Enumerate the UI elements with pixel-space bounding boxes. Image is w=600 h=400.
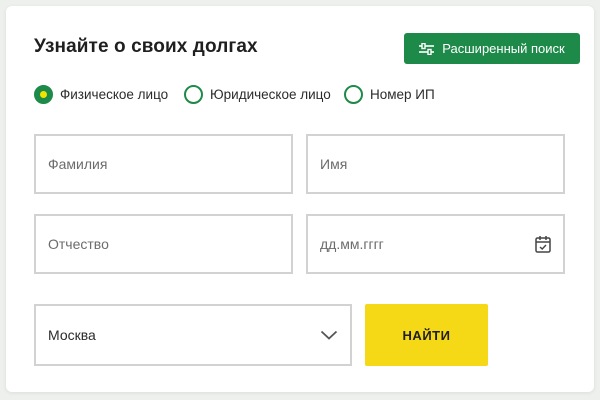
region-select-value: Москва bbox=[48, 327, 96, 343]
sliders-icon bbox=[419, 42, 435, 55]
radio-ip-number-label: Номер ИП bbox=[370, 87, 435, 102]
form-title: Узнайте о своих долгах bbox=[34, 36, 258, 57]
birthdate-input[interactable] bbox=[308, 216, 563, 272]
advanced-search-button[interactable]: Расширенный поиск bbox=[404, 33, 580, 64]
chevron-down-icon bbox=[320, 330, 338, 340]
name-input[interactable] bbox=[308, 136, 563, 192]
radio-individual[interactable]: Физическое лицо bbox=[34, 85, 168, 104]
birthdate-field-wrapper bbox=[306, 214, 565, 274]
radio-checked-icon bbox=[34, 85, 53, 104]
radio-individual-label: Физическое лицо bbox=[60, 87, 169, 102]
region-select[interactable]: Москва bbox=[34, 304, 352, 366]
advanced-search-label: Расширенный поиск bbox=[442, 41, 565, 56]
radio-legal-entity-label: Юридическое лицо bbox=[210, 87, 331, 102]
calendar-icon[interactable] bbox=[535, 235, 551, 253]
radio-legal-entity[interactable]: Юридическое лицо bbox=[184, 85, 331, 104]
patronymic-field-wrapper bbox=[34, 214, 293, 274]
find-button[interactable]: НАЙТИ bbox=[365, 304, 488, 366]
radio-ip-number[interactable]: Номер ИП bbox=[344, 85, 435, 104]
name-field-wrapper bbox=[306, 134, 565, 194]
patronymic-input[interactable] bbox=[36, 216, 291, 272]
radio-unchecked-icon bbox=[184, 85, 203, 104]
debt-search-card: Узнайте о своих долгах Расширенный поиск… bbox=[6, 6, 594, 392]
surname-input[interactable] bbox=[36, 136, 291, 192]
radio-unchecked-icon bbox=[344, 85, 363, 104]
surname-field-wrapper bbox=[34, 134, 293, 194]
